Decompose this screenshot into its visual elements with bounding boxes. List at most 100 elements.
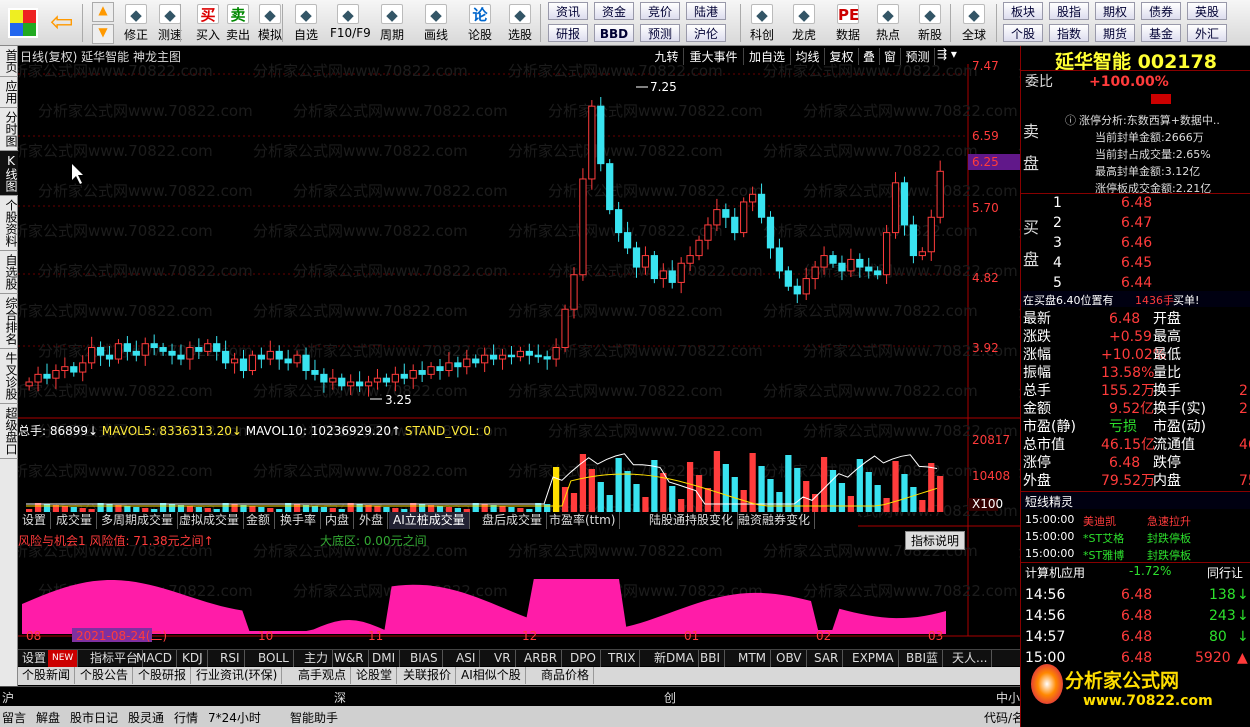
status-item[interactable]: 留言 [2,709,26,726]
indicator-tab[interactable]: ASI [452,650,481,667]
grid-button[interactable]: 期货 [1095,24,1135,42]
chart-header-button[interactable]: 叠 [859,48,880,65]
volume-subtab[interactable]: 换手率 [276,512,322,529]
grid-button[interactable]: 板块 [1003,2,1043,20]
indicator-tab[interactable]: MACD [132,650,177,667]
chart-header-button[interactable]: 窗 [880,48,901,65]
side-tab[interactable]: 超级盘口 [0,404,18,459]
index-label[interactable]: 深 [334,689,346,706]
short-line-title[interactable]: 短线精灵 [1025,493,1073,510]
side-tab[interactable]: K线图 [0,151,18,196]
indicator-tab[interactable]: BIAS [406,650,443,667]
grid-button[interactable]: 指数 [1049,24,1089,42]
volume-subtab[interactable]: 金额 [242,512,276,529]
volume-subtab[interactable]: 市盈率(ttm) [545,512,621,529]
side-tab[interactable]: 分时图 [0,108,18,151]
indicator-tab[interactable]: KDJ [178,650,208,667]
hot-button[interactable]: ◆ 热点 [870,2,906,44]
volume-subtab[interactable]: 内盘 [321,512,355,529]
chart-header-button[interactable]: 加自选 [744,48,791,65]
side-tab[interactable]: 综合排名 [0,294,18,349]
chart-header-button[interactable]: 重大事件 [684,48,744,65]
status-item[interactable]: 7*24小时 [208,709,261,726]
list-button[interactable]: ◆ 自选 [288,2,324,44]
indicator-tab[interactable]: BOLL [254,650,294,667]
side-tab[interactable]: 自选股 [0,251,18,294]
chart-header-button[interactable]: 均线 [791,48,825,65]
indicator-tab[interactable]: BBI [696,650,726,667]
indicator-tab[interactable]: DMI [368,650,401,667]
indicator-tab[interactable]: DPO [566,650,601,667]
info-tab[interactable]: 个股研报 [134,667,192,684]
scan-button[interactable]: ◆ 选股 [502,2,538,44]
info-tab[interactable]: 论股堂 [352,667,398,684]
grid-button[interactable]: 陆港 [686,2,726,20]
stopwatch-button[interactable]: ◆ 测速 [152,2,188,44]
grid-button[interactable]: 英股 [1187,2,1227,20]
indicator-tab[interactable]: 天人... [948,650,993,667]
info-tab[interactable]: 关联报价 [399,667,457,684]
volume-subtab[interactable]: AI立桩成交量 [389,512,470,529]
info-tab[interactable]: 行业资讯(环保) [192,667,283,684]
collapse-icon[interactable] [1151,94,1171,104]
app-logo-icon[interactable] [8,8,38,38]
indicator-tab[interactable]: 新DMA [650,650,699,667]
grid-button[interactable]: 研报 [548,24,588,42]
indicator-tab[interactable]: VR [490,650,516,667]
grid-button[interactable]: 股指 [1049,2,1089,20]
grid-button[interactable]: 竞价 [640,2,680,20]
grid-button[interactable]: BBD [594,24,634,42]
grid-button[interactable]: 债券 [1141,2,1181,20]
side-tab[interactable]: 首页 [0,46,18,77]
grid-button[interactable]: 沪伦 [686,24,726,42]
info-tab[interactable]: AI相似个股 [457,667,526,684]
volume-subtab[interactable]: 融资融券变化 [734,512,816,529]
status-item[interactable]: 股灵通 [128,709,164,726]
grid-button[interactable]: 预测 [640,24,680,42]
indicator-tab[interactable]: ARBR [520,650,563,667]
indicator-tab[interactable]: EXPMA [848,650,899,667]
side-tab[interactable]: 应用 [0,77,18,108]
volume-subtab[interactable]: 陆股通持股变化 [645,512,739,529]
indicator-tab[interactable]: OBV [772,650,807,667]
indicator-help-button[interactable]: 指标说明 [905,531,966,550]
volume-subtab[interactable]: 多周期成交量 [97,512,179,529]
chat-button[interactable]: 论论股 [462,2,498,44]
side-tab[interactable]: 牛叉诊股 [0,349,18,404]
indicator-tab[interactable]: TRIX [604,650,641,667]
info-tab[interactable]: 商品价格 [537,667,595,684]
indicator-tab[interactable]: W&R [330,650,369,667]
short-stock[interactable]: *ST雅博 [1083,547,1124,563]
chart-header-button[interactable]: 九转 [650,48,684,65]
grid-button[interactable]: 资金 [594,2,634,20]
side-tab[interactable]: 个股资料 [0,196,18,251]
index-label[interactable]: 沪 [2,689,14,706]
grid-button[interactable]: 外汇 [1187,24,1227,42]
industry-name[interactable]: 计算机应用 [1025,564,1085,581]
info-tab[interactable]: 高手观点 [294,667,352,684]
back-arrow-icon[interactable]: ⇦ [50,7,73,37]
volume-subtab[interactable]: 虚拟成交量 [175,512,245,529]
indicator-tab[interactable]: RSI [216,650,245,667]
grid-button[interactable]: 期权 [1095,2,1135,20]
dragon-button[interactable]: ◆ 龙虎 [786,2,822,44]
globe-button[interactable]: ◆ 全球 [956,2,992,44]
indicator-tab[interactable]: 主力 [300,650,334,667]
chart-button[interactable]: ◆ 科创 [744,2,780,44]
index-label[interactable]: 创 [664,689,676,706]
clock2-button[interactable]: ◆ 周期 [374,2,410,44]
indicator-tab[interactable]: MTM [734,650,772,667]
doc-button[interactable]: ◆ F10/F9 [330,2,371,44]
chart-canvas[interactable]: 分析家公式网www.70822.com 分析家公式网www.70822.com 分析… [18,46,1020,648]
short-stock[interactable]: *ST艾格 [1083,530,1124,546]
indicator-tab[interactable]: SAR [810,650,844,667]
info-tab[interactable]: 个股公告 [76,667,134,684]
clock-button[interactable]: ◆ 修正 [118,2,154,44]
status-item[interactable]: 股市日记 [70,709,118,726]
chart-header-button[interactable]: 预测 [901,48,935,65]
status-item[interactable]: 解盘 [36,709,60,726]
sell-button[interactable]: 卖卖出 [220,2,256,44]
grid-button[interactable]: 资讯 [548,2,588,20]
status-item[interactable]: 行情 [174,709,198,726]
pin-icon[interactable]: ⇶ ▾ [937,47,957,61]
